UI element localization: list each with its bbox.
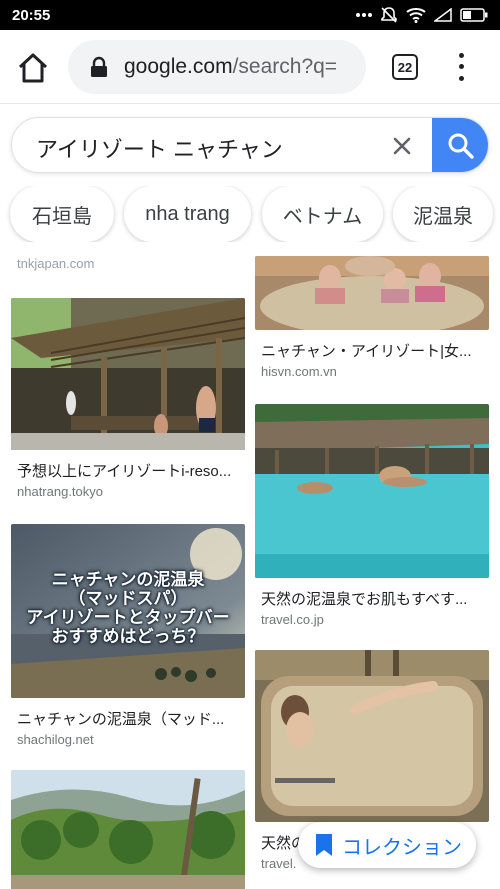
- collection-label: コレクション: [342, 836, 462, 859]
- result-title: 天然の泥温泉でお肌もすべす...: [261, 591, 468, 608]
- mute-icon: [381, 7, 397, 23]
- search-input[interactable]: アイリゾート ニャチャン: [36, 132, 283, 164]
- bookmark-icon: [316, 834, 332, 856]
- url-path: /search?q=: [232, 55, 338, 78]
- search-icon: [448, 133, 474, 159]
- signal-icon: [434, 8, 452, 22]
- tab-switcher-button[interactable]: 22: [392, 54, 418, 80]
- chip-nha-trang[interactable]: nha trang: [124, 186, 251, 242]
- result-title: 予想以上にアイリゾートi-reso...: [17, 463, 232, 480]
- result-title: ニャチャン・アイリゾート|女...: [261, 343, 472, 360]
- menu-icon[interactable]: [450, 50, 472, 84]
- result-card[interactable]: ニャチャンの泥温泉 （マッドスパ） アイリゾートとタップバー おすすめはどっち？…: [11, 524, 245, 747]
- wifi-icon: [406, 8, 426, 23]
- chip-vietnam[interactable]: ベトナム: [262, 186, 383, 242]
- result-card[interactable]: 天然の泥温泉でお肌もすべす... travel.co.jp: [255, 404, 489, 628]
- result-title: ニャチャンの泥温泉（マッド...: [17, 711, 225, 728]
- image-results: tnkjapan.com 予想以上にアイリゾートi-reso... nhatra…: [0, 248, 500, 889]
- browser-toolbar: google.com/search?q= 22: [0, 30, 500, 104]
- result-image-mud-tub[interactable]: [255, 650, 489, 822]
- result-image-beach[interactable]: ニャチャンの泥温泉 （マッドスパ） アイリゾートとタップバー おすすめはどっち？: [11, 524, 245, 698]
- home-icon[interactable]: [16, 52, 50, 84]
- result-domain: nhatrang.tokyo: [17, 484, 104, 499]
- status-time: 20:55: [12, 6, 51, 24]
- result-domain: shachilog.net: [17, 732, 94, 747]
- chip-mud-spa[interactable]: 泥温泉: [393, 186, 493, 242]
- collection-button[interactable]: コレクション: [298, 822, 476, 868]
- address-url: google.com/search?q=: [124, 55, 337, 79]
- result-image-mud-kids[interactable]: [255, 256, 489, 330]
- result-domain: travel.: [261, 856, 297, 871]
- close-icon[interactable]: [388, 132, 416, 160]
- result-image-hot-spring[interactable]: [255, 404, 489, 578]
- chip-ishigaki[interactable]: 石垣島: [10, 186, 114, 242]
- status-bar: 20:55: [0, 0, 500, 30]
- dots-icon: [356, 13, 372, 17]
- related-chips: 石垣島 nha trang ベトナム 泥温泉: [0, 186, 500, 242]
- result-card[interactable]: ニャチャン・アイリゾート|女... hisvn.com.vn: [255, 256, 489, 379]
- address-bar[interactable]: google.com/search?q=: [68, 40, 366, 94]
- lock-icon: [91, 56, 107, 77]
- result-card[interactable]: [11, 770, 245, 889]
- result-card[interactable]: 予想以上にアイリゾートi-reso... nhatrang.tokyo: [11, 298, 245, 499]
- status-icons: [356, 6, 488, 24]
- battery-icon: [460, 8, 488, 22]
- result-image-caption: ニャチャンの泥温泉 （マッドスパ） アイリゾートとタップバー おすすめはどっち？: [26, 570, 230, 646]
- result-domain: hisvn.com.vn: [261, 364, 337, 379]
- search-button[interactable]: [432, 118, 488, 172]
- result-image-pavilion[interactable]: [11, 298, 245, 450]
- result-domain: travel.co.jp: [261, 612, 324, 627]
- result-image-garden[interactable]: [11, 770, 245, 889]
- partial-result-domain: tnkjapan.com: [17, 256, 95, 271]
- search-bar: アイリゾート ニャチャン: [11, 117, 489, 173]
- url-host: google.com: [124, 55, 233, 78]
